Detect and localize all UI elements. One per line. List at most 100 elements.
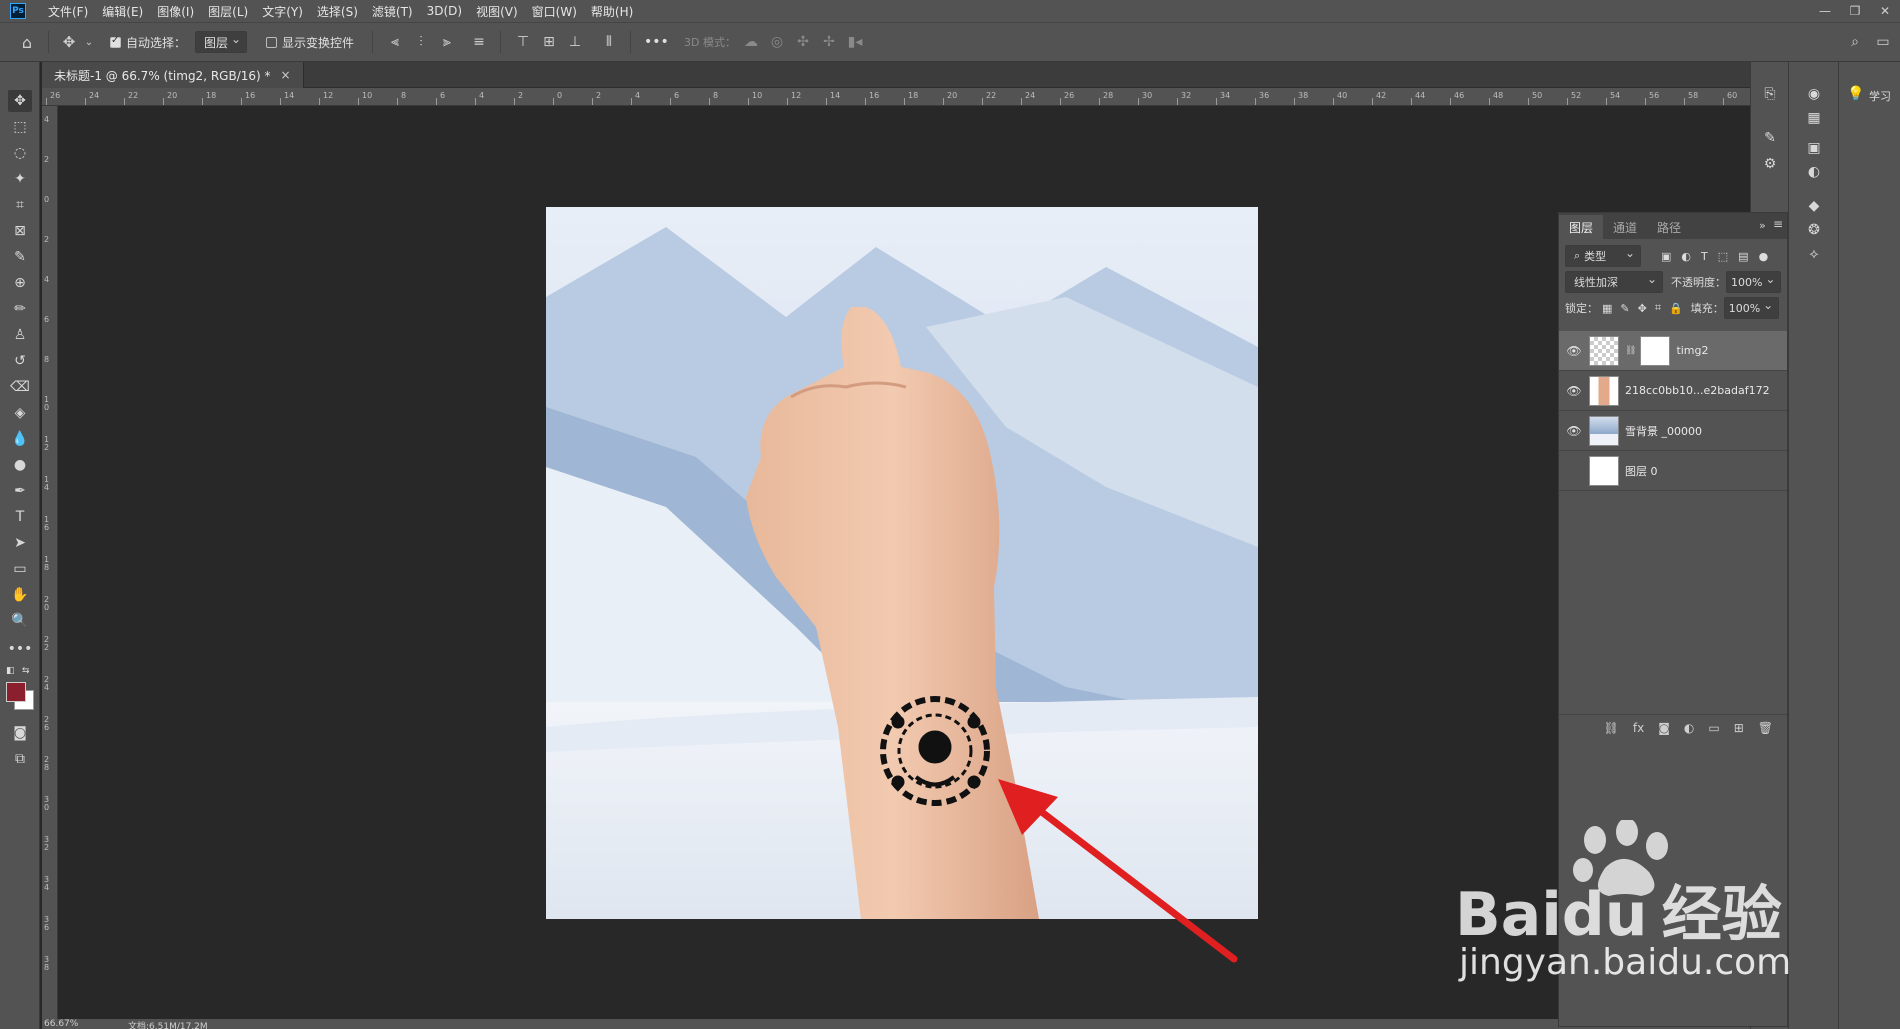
path-selection-tool-icon[interactable]: ➤: [8, 532, 32, 554]
menu-window[interactable]: 窗口(W): [532, 3, 577, 20]
chevron-down-icon[interactable]: ⌄: [80, 33, 98, 51]
properties-icon[interactable]: ⚙: [1759, 154, 1781, 174]
eraser-tool-icon[interactable]: ⌫: [8, 376, 32, 398]
align-bottom-icon[interactable]: ⊥: [566, 33, 584, 51]
learn-icon[interactable]: 💡: [1845, 84, 1867, 104]
filter-pixel-icon[interactable]: ▣: [1661, 250, 1671, 263]
layer-row-timg2[interactable]: 👁 ⛓ timg2: [1559, 331, 1787, 371]
close-window-icon[interactable]: ✕: [1870, 0, 1900, 22]
dodge-tool-icon[interactable]: ●: [8, 454, 32, 476]
stamp-tool-icon[interactable]: ♙: [8, 324, 32, 346]
3d-roll-icon[interactable]: ◎: [768, 33, 786, 51]
learn-label[interactable]: 学习: [1869, 88, 1891, 104]
eye-icon[interactable]: 👁: [1559, 384, 1589, 398]
layer-row-layer0[interactable]: ▢ 图层 0: [1559, 451, 1787, 491]
adjustments-icon[interactable]: ◐: [1803, 162, 1825, 182]
eye-icon[interactable]: 👁: [1559, 344, 1589, 358]
blur-tool-icon[interactable]: 💧: [8, 428, 32, 450]
filter-smart-icon[interactable]: ▤: [1738, 250, 1748, 263]
pen-tool-icon[interactable]: ✒: [8, 480, 32, 502]
delete-layer-icon[interactable]: 🗑: [1758, 721, 1773, 735]
menu-help[interactable]: 帮助(H): [591, 3, 633, 20]
close-tab-icon[interactable]: ×: [281, 68, 291, 82]
quick-mask-icon[interactable]: ◙: [8, 722, 32, 744]
layer-name[interactable]: 218cc0bb10...e2badaf172: [1625, 384, 1770, 397]
align-vcenter-icon[interactable]: ⊞: [540, 33, 558, 51]
tab-paths[interactable]: 路径: [1647, 215, 1691, 239]
blend-mode-select[interactable]: 线性加深: [1565, 271, 1663, 293]
move-tool-icon[interactable]: ✥: [8, 90, 32, 112]
filter-adjustment-icon[interactable]: ◐: [1681, 250, 1691, 263]
add-mask-icon[interactable]: ◙: [1658, 721, 1670, 735]
menu-layer[interactable]: 图层(L): [208, 3, 248, 20]
magic-wand-tool-icon[interactable]: ✦: [8, 168, 32, 190]
align-right-icon[interactable]: ⫸: [438, 33, 456, 51]
fill-input[interactable]: 100%: [1723, 297, 1780, 319]
lasso-tool-icon[interactable]: ◌: [8, 142, 32, 164]
lock-all-icon[interactable]: 🔒: [1669, 302, 1683, 315]
default-colors-icon[interactable]: ◧: [6, 666, 16, 676]
tab-channels[interactable]: 通道: [1603, 215, 1647, 239]
eye-icon[interactable]: 👁: [1559, 424, 1589, 438]
3d-camera-icon[interactable]: ▮◂: [846, 33, 864, 51]
new-group-icon[interactable]: ▭: [1708, 721, 1719, 735]
eye-hidden-icon[interactable]: ▢: [1559, 464, 1589, 478]
target-select[interactable]: 图层: [195, 31, 248, 53]
paths-icon[interactable]: ⟡: [1803, 244, 1825, 264]
link-layers-icon[interactable]: ⛓: [1604, 721, 1619, 735]
swap-colors-icon[interactable]: ⇆: [22, 666, 32, 676]
foreground-color-swatch[interactable]: [6, 682, 26, 702]
layer-mask-thumbnail[interactable]: [1640, 335, 1671, 366]
search-icon[interactable]: ⌕: [1846, 33, 1864, 51]
new-adjustment-icon[interactable]: ◐: [1684, 721, 1694, 735]
layer-row-snow-background[interactable]: 👁 雪背景 _00000: [1559, 411, 1787, 451]
move-tool-icon[interactable]: ✥: [60, 33, 78, 51]
more-options-button[interactable]: •••: [644, 23, 669, 61]
rectangle-tool-icon[interactable]: ▭: [8, 558, 32, 580]
color-wheel-icon[interactable]: ◉: [1803, 84, 1825, 104]
photoshop-logo-icon[interactable]: Ps: [10, 3, 26, 19]
marquee-tool-icon[interactable]: ⬚: [8, 116, 32, 138]
brush-settings-icon[interactable]: ✎: [1759, 128, 1781, 148]
eyedropper-tool-icon[interactable]: ✎: [8, 246, 32, 268]
screen-mode-icon[interactable]: ⧉: [8, 748, 32, 770]
lock-artboard-icon[interactable]: ⌗: [1655, 301, 1661, 315]
libraries-icon[interactable]: ▣: [1803, 138, 1825, 158]
layers-icon[interactable]: ◆: [1803, 196, 1825, 216]
panel-menu-icon[interactable]: ≡: [1773, 217, 1783, 231]
lock-image-icon[interactable]: ✎: [1620, 302, 1629, 315]
lock-transparent-icon[interactable]: ▦: [1602, 302, 1612, 315]
3d-orbit-icon[interactable]: ☁: [742, 33, 760, 51]
show-transform-checkbox[interactable]: 显示变换控件: [266, 23, 354, 61]
paint-bucket-tool-icon[interactable]: ◈: [8, 402, 32, 424]
minimize-icon[interactable]: —: [1810, 0, 1840, 22]
history-brush-tool-icon[interactable]: ↺: [8, 350, 32, 372]
align-hcenter-icon[interactable]: ⫶: [412, 33, 430, 51]
document-tab[interactable]: 未标题-1 @ 66.7% (timg2, RGB/16) * ×: [42, 62, 304, 88]
history-icon[interactable]: ⎘: [1759, 84, 1781, 104]
menu-edit[interactable]: 编辑(E): [102, 3, 143, 20]
menu-3d[interactable]: 3D(D): [427, 4, 462, 18]
checkbox-checked-icon[interactable]: [110, 35, 121, 48]
restore-icon[interactable]: ❐: [1840, 0, 1870, 22]
healing-tool-icon[interactable]: ⊕: [8, 272, 32, 294]
crop-tool-icon[interactable]: ⌗: [8, 194, 32, 216]
menu-file[interactable]: 文件(F): [48, 3, 88, 20]
tab-layers[interactable]: 图层: [1559, 215, 1604, 239]
3d-pan-icon[interactable]: ✣: [794, 33, 812, 51]
edit-toolbar-icon[interactable]: •••: [8, 638, 33, 660]
filter-type-icon[interactable]: T: [1701, 250, 1708, 263]
new-layer-icon[interactable]: ⊞: [1734, 721, 1744, 735]
3d-slide-icon[interactable]: ✢: [820, 33, 838, 51]
hand-tool-icon[interactable]: ✋: [8, 584, 32, 606]
collapse-panel-icon[interactable]: »: [1759, 219, 1766, 232]
layer-name[interactable]: timg2: [1676, 344, 1708, 357]
menu-select[interactable]: 选择(S): [317, 3, 358, 20]
zoom-tool-icon[interactable]: 🔍: [8, 610, 32, 632]
type-tool-icon[interactable]: T: [8, 506, 32, 528]
distribute-icon[interactable]: ≡: [470, 33, 488, 51]
zoom-level[interactable]: 66.67%: [44, 1019, 78, 1029]
menu-filter[interactable]: 滤镜(T): [372, 3, 413, 20]
auto-select-target-dropdown[interactable]: 图层: [195, 23, 248, 61]
fx-icon[interactable]: fx: [1633, 721, 1644, 735]
